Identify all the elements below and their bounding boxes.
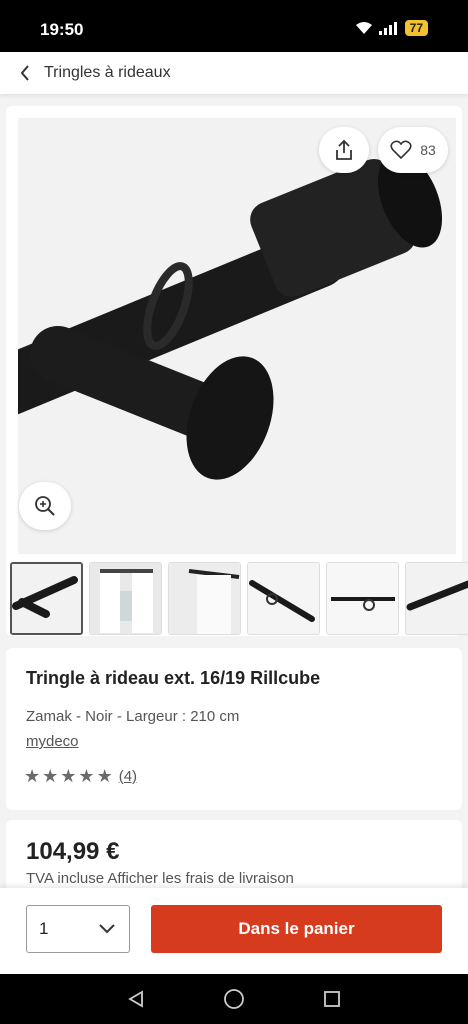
nav-header: Tringles à rideaux — [0, 52, 468, 94]
product-title: Tringle à rideau ext. 16/19 Rillcube — [26, 668, 321, 688]
thumbnail-3[interactable] — [168, 562, 241, 635]
thumbnail-2[interactable] — [89, 562, 162, 635]
review-count[interactable]: (4) — [119, 768, 137, 785]
chevron-down-icon — [99, 924, 115, 934]
share-button[interactable] — [319, 127, 369, 173]
star-icon: ★ — [96, 766, 113, 786]
share-icon — [336, 139, 352, 160]
thumbnail-1[interactable] — [10, 562, 83, 635]
brand-link[interactable]: mydeco — [26, 733, 79, 750]
star-icon: ★ — [42, 766, 59, 786]
star-icon: ★ — [24, 766, 41, 786]
product-subtitle: Zamak - Noir - Largeur : 210 cm — [26, 708, 240, 725]
quantity-value: 1 — [39, 919, 49, 938]
product-gallery: 83 — [6, 106, 462, 636]
breadcrumb[interactable]: Tringles à rideaux — [44, 64, 171, 82]
product-image[interactable] — [18, 118, 456, 554]
back-nav-icon[interactable] — [127, 990, 145, 1008]
favorite-count: 83 — [420, 142, 436, 158]
home-nav-icon[interactable] — [223, 988, 245, 1010]
rating[interactable]: ★ ★ ★ ★ ★ (4) — [24, 766, 137, 787]
chevron-left-icon[interactable] — [20, 65, 34, 81]
star-icon: ★ — [60, 766, 77, 786]
product-info: Tringle à rideau ext. 16/19 Rillcube Zam… — [6, 648, 462, 810]
wifi-icon — [355, 22, 372, 34]
heart-icon — [390, 140, 412, 160]
status-icons: 77 — [355, 20, 428, 36]
status-bar: 19:50 77 — [0, 0, 468, 52]
price: 104,99 € — [26, 838, 120, 865]
quantity-select[interactable]: 1 — [26, 905, 130, 953]
add-to-cart-button[interactable]: Dans le panier — [151, 905, 442, 953]
tax-note: TVA incluse Afficher les frais de livrai… — [26, 870, 294, 887]
battery-indicator: 77 — [404, 20, 428, 36]
signal-icon — [378, 22, 397, 35]
status-time: 19:50 — [40, 20, 84, 39]
favorite-button[interactable]: 83 — [378, 127, 448, 173]
action-bar: 1 Dans le panier — [0, 888, 468, 974]
zoom-in-icon — [35, 496, 55, 516]
thumbnail-4[interactable] — [247, 562, 320, 635]
thumbnail-strip — [10, 562, 468, 636]
star-icon: ★ — [78, 766, 95, 786]
system-nav-bar — [0, 974, 468, 1024]
thumbnail-5[interactable] — [326, 562, 399, 635]
recents-nav-icon[interactable] — [323, 990, 341, 1008]
thumbnail-6[interactable] — [405, 562, 468, 635]
zoom-button[interactable] — [19, 482, 71, 530]
